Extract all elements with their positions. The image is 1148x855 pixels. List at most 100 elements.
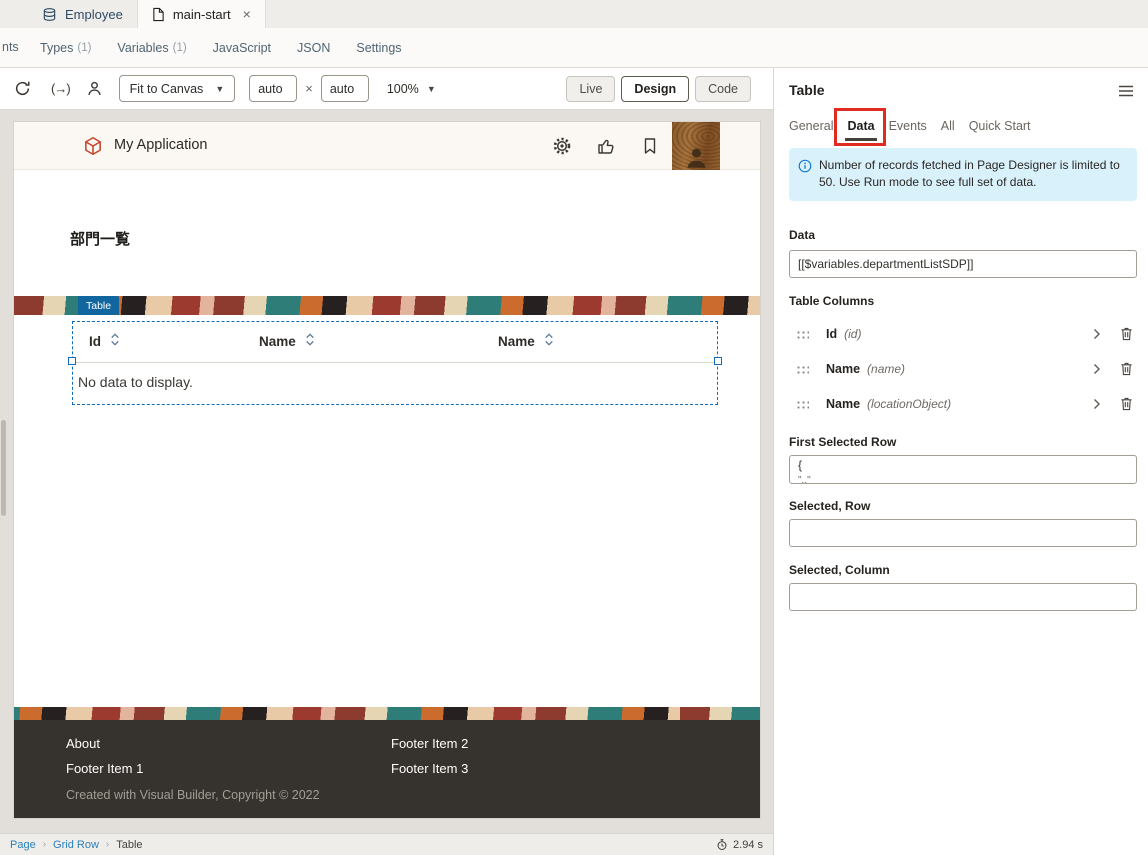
- tab-javascript-label: JavaScript: [213, 41, 271, 55]
- selection-handle-left[interactable]: [68, 357, 76, 365]
- tab-events[interactable]: Events: [889, 112, 927, 140]
- breadcrumb-page[interactable]: Page: [10, 839, 36, 851]
- render-timer-value: 2.94 s: [733, 839, 763, 851]
- chevron-right-icon[interactable]: [1093, 328, 1101, 340]
- preview-footer: About Footer Item 1 Footer Item 2 Footer…: [14, 720, 760, 818]
- first-selected-row-overflow: "..": [798, 474, 1128, 484]
- close-icon[interactable]: ×: [243, 7, 251, 21]
- live-button[interactable]: Live: [566, 76, 615, 102]
- first-selected-row-input[interactable]: { "..": [789, 455, 1137, 484]
- tab-types[interactable]: Types (1): [40, 41, 91, 55]
- inspector-tabs: General Data Events All Quick Start: [789, 112, 1031, 140]
- tab-general[interactable]: General: [789, 112, 833, 140]
- chevron-right-icon[interactable]: [1093, 363, 1101, 375]
- tab-variables-count: (1): [173, 42, 187, 54]
- tab-types-label: Types: [40, 41, 73, 55]
- design-button[interactable]: Design: [621, 76, 689, 102]
- column-name: Name: [826, 362, 860, 376]
- table-component[interactable]: Id Name Name: [72, 321, 718, 405]
- info-banner: Number of records fetched in Page Design…: [789, 148, 1137, 201]
- fit-to-canvas-label: Fit to Canvas: [130, 82, 204, 96]
- tab-javascript[interactable]: JavaScript: [213, 41, 271, 55]
- bookmark-icon[interactable]: [640, 136, 660, 156]
- table-header-name2[interactable]: Name: [498, 332, 554, 350]
- selection-handle-right[interactable]: [714, 357, 722, 365]
- thumbs-up-icon[interactable]: [596, 136, 616, 156]
- gear-icon[interactable]: [552, 136, 572, 156]
- footer-link-item1[interactable]: Footer Item 1: [66, 761, 143, 776]
- decor-strip-top: [14, 296, 760, 315]
- designer-tab-bar: nts Types (1) Variables (1) JavaScript J…: [0, 28, 1148, 68]
- stopwatch-icon: [716, 838, 728, 851]
- drag-handle-icon[interactable]: [796, 365, 809, 374]
- trash-icon[interactable]: [1120, 326, 1133, 341]
- avatar[interactable]: [672, 122, 720, 170]
- decor-strip-bottom: [14, 707, 760, 720]
- chevron-down-icon: ▼: [215, 84, 224, 94]
- tab-quick-start[interactable]: Quick Start: [969, 112, 1031, 140]
- design-canvas: My Application: [0, 110, 773, 833]
- user-role-icon[interactable]: [86, 80, 103, 97]
- canvas-height-input[interactable]: [321, 75, 369, 102]
- render-timer: 2.94 s: [716, 838, 763, 851]
- column-field: (locationObject): [867, 397, 951, 411]
- selected-column-input[interactable]: [789, 583, 1137, 611]
- table-column-row[interactable]: Name (locationObject): [774, 386, 1148, 421]
- canvas-width-input[interactable]: [249, 75, 297, 102]
- breadcrumb-table[interactable]: Table: [116, 839, 142, 851]
- drag-handle-icon[interactable]: [796, 400, 809, 409]
- tab-settings[interactable]: Settings: [356, 41, 401, 55]
- tab-variables-label: Variables: [117, 41, 168, 55]
- preview-app-header: My Application: [14, 122, 760, 170]
- data-input[interactable]: [789, 250, 1137, 278]
- data-field-label: Data: [789, 228, 815, 242]
- table-columns-label: Table Columns: [789, 294, 874, 308]
- tab-main-start[interactable]: main-start ×: [137, 0, 266, 28]
- refresh-icon[interactable]: [14, 80, 31, 97]
- chevron-right-icon[interactable]: [1093, 398, 1101, 410]
- zoom-select[interactable]: 100% ▼: [387, 82, 436, 96]
- trash-icon[interactable]: [1120, 396, 1133, 411]
- footer-link-about[interactable]: About: [66, 736, 100, 751]
- hamburger-menu-icon[interactable]: [1118, 85, 1134, 100]
- expression-icon[interactable]: (→): [51, 81, 70, 96]
- selected-row-label: Selected, Row: [789, 499, 870, 513]
- sort-icon[interactable]: [544, 332, 554, 350]
- tab-variables[interactable]: Variables (1): [117, 41, 186, 55]
- chevron-down-icon: ▼: [427, 84, 436, 94]
- tab-components-partial[interactable]: nts: [2, 40, 19, 54]
- app-logo-icon: [82, 135, 104, 157]
- tab-data[interactable]: Data: [847, 112, 874, 140]
- breadcrumb-grid-row[interactable]: Grid Row: [53, 839, 99, 851]
- mode-switcher: Live Design Code: [566, 76, 751, 102]
- sort-icon[interactable]: [110, 332, 120, 350]
- first-selected-row-label: First Selected Row: [789, 435, 896, 449]
- canvas-toolbar: (→) Fit to Canvas ▼ × 100% ▼ Live Design…: [0, 68, 773, 110]
- preview-page-title: 部門一覧: [70, 228, 130, 249]
- tab-all[interactable]: All: [941, 112, 955, 140]
- property-inspector: Table General Data Events All Quick Star…: [773, 68, 1148, 855]
- footer-link-item3[interactable]: Footer Item 3: [391, 761, 468, 776]
- code-button[interactable]: Code: [695, 76, 751, 102]
- fit-to-canvas-select[interactable]: Fit to Canvas ▼: [119, 75, 236, 102]
- tab-employee[interactable]: Employee: [28, 0, 137, 28]
- dimension-separator: ×: [305, 81, 313, 96]
- column-name: Id: [826, 327, 837, 341]
- preview-header-icons: [552, 122, 660, 170]
- table-column-row[interactable]: Name (name): [774, 351, 1148, 386]
- footer-link-item2[interactable]: Footer Item 2: [391, 736, 468, 751]
- selected-row-input[interactable]: [789, 519, 1137, 547]
- visual-builder-window: Employee main-start × nts Types (1) Vari…: [0, 0, 1148, 855]
- tab-json[interactable]: JSON: [297, 41, 330, 55]
- window-tab-bar: Employee main-start ×: [0, 0, 1148, 28]
- trash-icon[interactable]: [1120, 361, 1133, 376]
- table-header-id[interactable]: Id: [89, 332, 120, 350]
- tab-employee-label: Employee: [65, 7, 123, 22]
- sort-icon[interactable]: [305, 332, 315, 350]
- breadcrumb-separator-icon: ›: [106, 839, 109, 850]
- page-icon: [152, 7, 165, 22]
- left-scrollbar[interactable]: [1, 420, 6, 516]
- table-header-name1[interactable]: Name: [259, 332, 315, 350]
- drag-handle-icon[interactable]: [796, 330, 809, 339]
- table-column-row[interactable]: Id (id): [774, 316, 1148, 351]
